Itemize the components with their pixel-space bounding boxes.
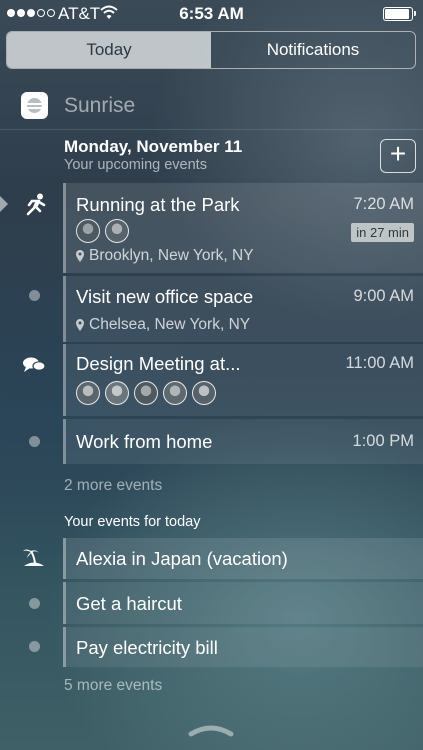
event-card-running[interactable]: Running at the Park 7:20 AM in 27 min Br… bbox=[63, 183, 423, 273]
event-time: 11:00 AM bbox=[345, 354, 415, 372]
running-icon bbox=[26, 193, 46, 216]
avatar bbox=[105, 381, 129, 405]
battery-icon bbox=[383, 7, 416, 21]
date-title: Monday, November 11 bbox=[64, 137, 243, 156]
avatar bbox=[134, 381, 158, 405]
event-card-design-meeting[interactable]: Design Meeting at... 11:00 AM bbox=[63, 344, 423, 416]
avatar bbox=[76, 381, 100, 405]
attendee-avatars bbox=[76, 381, 216, 405]
tab-notifications[interactable]: Notifications bbox=[211, 32, 415, 68]
event-time: 7:20 AM bbox=[353, 195, 414, 213]
notification-center-tabs: Today Notifications bbox=[6, 31, 416, 69]
today-event-haircut[interactable]: Get a haircut bbox=[63, 582, 423, 624]
chat-bubbles-icon bbox=[23, 357, 46, 372]
event-location-label: Chelsea, New York, NY bbox=[89, 316, 251, 333]
event-title: Pay electricity bill bbox=[76, 637, 218, 658]
event-location-label: Brooklyn, New York, NY bbox=[89, 247, 254, 264]
event-dot-icon bbox=[29, 290, 40, 301]
attendee-avatars bbox=[76, 219, 129, 243]
location-pin-icon bbox=[76, 319, 84, 331]
avatar bbox=[163, 381, 187, 405]
event-dot-icon bbox=[29, 641, 40, 652]
more-today-events-link[interactable]: 5 more events bbox=[64, 677, 162, 695]
event-title: Alexia in Japan (vacation) bbox=[76, 548, 288, 569]
today-event-electricity[interactable]: Pay electricity bill bbox=[63, 627, 423, 667]
countdown-badge: in 27 min bbox=[351, 223, 414, 242]
avatar bbox=[105, 219, 129, 243]
event-title: Design Meeting at... bbox=[76, 353, 241, 374]
location-pin-icon bbox=[76, 250, 84, 262]
event-time: 9:00 AM bbox=[353, 287, 414, 305]
today-section-title: Your events for today bbox=[64, 514, 201, 530]
event-title: Get a haircut bbox=[76, 593, 182, 614]
event-title: Work from home bbox=[76, 431, 213, 452]
avatar bbox=[192, 381, 216, 405]
palm-tree-island-icon bbox=[23, 549, 44, 566]
event-location: Brooklyn, New York, NY bbox=[76, 247, 254, 265]
more-upcoming-events-link[interactable]: 2 more events bbox=[64, 477, 162, 495]
avatar bbox=[76, 219, 100, 243]
divider bbox=[0, 129, 423, 130]
event-location: Chelsea, New York, NY bbox=[76, 316, 250, 334]
today-event-vacation[interactable]: Alexia in Japan (vacation) bbox=[63, 538, 423, 579]
tab-today[interactable]: Today bbox=[7, 32, 211, 68]
add-event-button[interactable]: + bbox=[380, 139, 416, 173]
status-time: 6:53 AM bbox=[179, 4, 244, 23]
sunrise-app-icon[interactable] bbox=[21, 92, 48, 119]
date-subtitle: Your upcoming events bbox=[64, 157, 207, 173]
pull-handle-icon[interactable] bbox=[188, 718, 234, 738]
event-card-office[interactable]: Visit new office space 9:00 AM Chelsea, … bbox=[63, 276, 423, 342]
widget-app-name[interactable]: Sunrise bbox=[64, 94, 135, 118]
current-event-arrow-icon bbox=[0, 196, 8, 212]
event-time: 1:00 PM bbox=[352, 432, 414, 450]
event-card-work-from-home[interactable]: Work from home 1:00 PM bbox=[63, 419, 423, 464]
event-dot-icon bbox=[29, 598, 40, 609]
event-dot-icon bbox=[29, 436, 40, 447]
event-title: Running at the Park bbox=[76, 194, 240, 215]
status-bar: AT&T 6:53 AM bbox=[0, 0, 423, 28]
event-title: Visit new office space bbox=[76, 286, 254, 307]
